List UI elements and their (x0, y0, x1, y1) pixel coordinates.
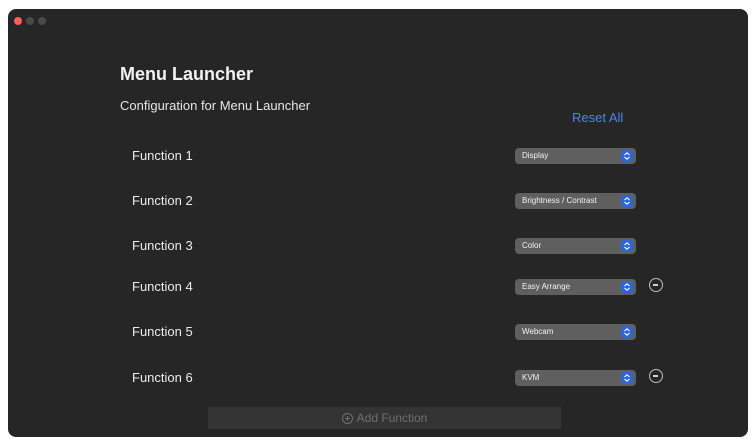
add-function-button[interactable]: Add Function (208, 407, 561, 429)
select-value: Webcam (522, 327, 554, 336)
add-function-label: Add Function (356, 411, 428, 425)
app-window: Menu Launcher Configuration for Menu Lau… (8, 9, 748, 437)
reset-all-button[interactable]: Reset All (572, 110, 623, 125)
function-5-select[interactable]: Webcam (515, 324, 636, 340)
function-2-select[interactable]: Brightness / Contrast (515, 193, 636, 209)
page-title: Menu Launcher (120, 64, 254, 84)
function-row: Function 5 Webcam (8, 322, 748, 344)
function-3-select[interactable]: Color (515, 238, 636, 254)
chevron-updown-icon (621, 240, 633, 252)
function-label: Function 6 (132, 370, 193, 385)
function-6-select[interactable]: KVM (515, 370, 636, 386)
select-value: Easy Arrange (522, 282, 571, 291)
select-value: Display (522, 151, 549, 160)
chevron-updown-icon (621, 326, 633, 338)
function-label: Function 5 (132, 324, 193, 339)
remove-function-4-button[interactable] (649, 278, 663, 292)
function-row: Function 3 Color (8, 236, 748, 258)
function-label: Function 1 (132, 148, 193, 163)
select-value: Brightness / Contrast (522, 196, 597, 205)
function-row: Function 6 KVM (8, 368, 748, 390)
chevron-updown-icon (621, 281, 633, 293)
function-row: Function 4 Easy Arrange (8, 277, 748, 299)
function-4-select[interactable]: Easy Arrange (515, 279, 636, 295)
plus-circle-icon (341, 412, 353, 424)
function-label: Function 3 (132, 238, 193, 253)
function-row: Function 1 Display (8, 146, 748, 168)
function-label: Function 4 (132, 279, 193, 294)
select-value: Color (522, 241, 542, 250)
function-label: Function 2 (132, 193, 193, 208)
zoom-dot-icon[interactable] (38, 17, 46, 25)
window-controls (14, 17, 46, 25)
chevron-updown-icon (621, 372, 633, 384)
remove-function-6-button[interactable] (649, 369, 663, 383)
chevron-updown-icon (621, 195, 633, 207)
function-row: Function 2 Brightness / Contrast (8, 191, 748, 213)
page-subtitle: Configuration for Menu Launcher (120, 98, 311, 113)
function-1-select[interactable]: Display (515, 148, 636, 164)
close-dot-icon[interactable] (14, 17, 22, 25)
minimize-dot-icon[interactable] (26, 17, 34, 25)
select-value: KVM (522, 373, 540, 382)
chevron-updown-icon (621, 150, 633, 162)
